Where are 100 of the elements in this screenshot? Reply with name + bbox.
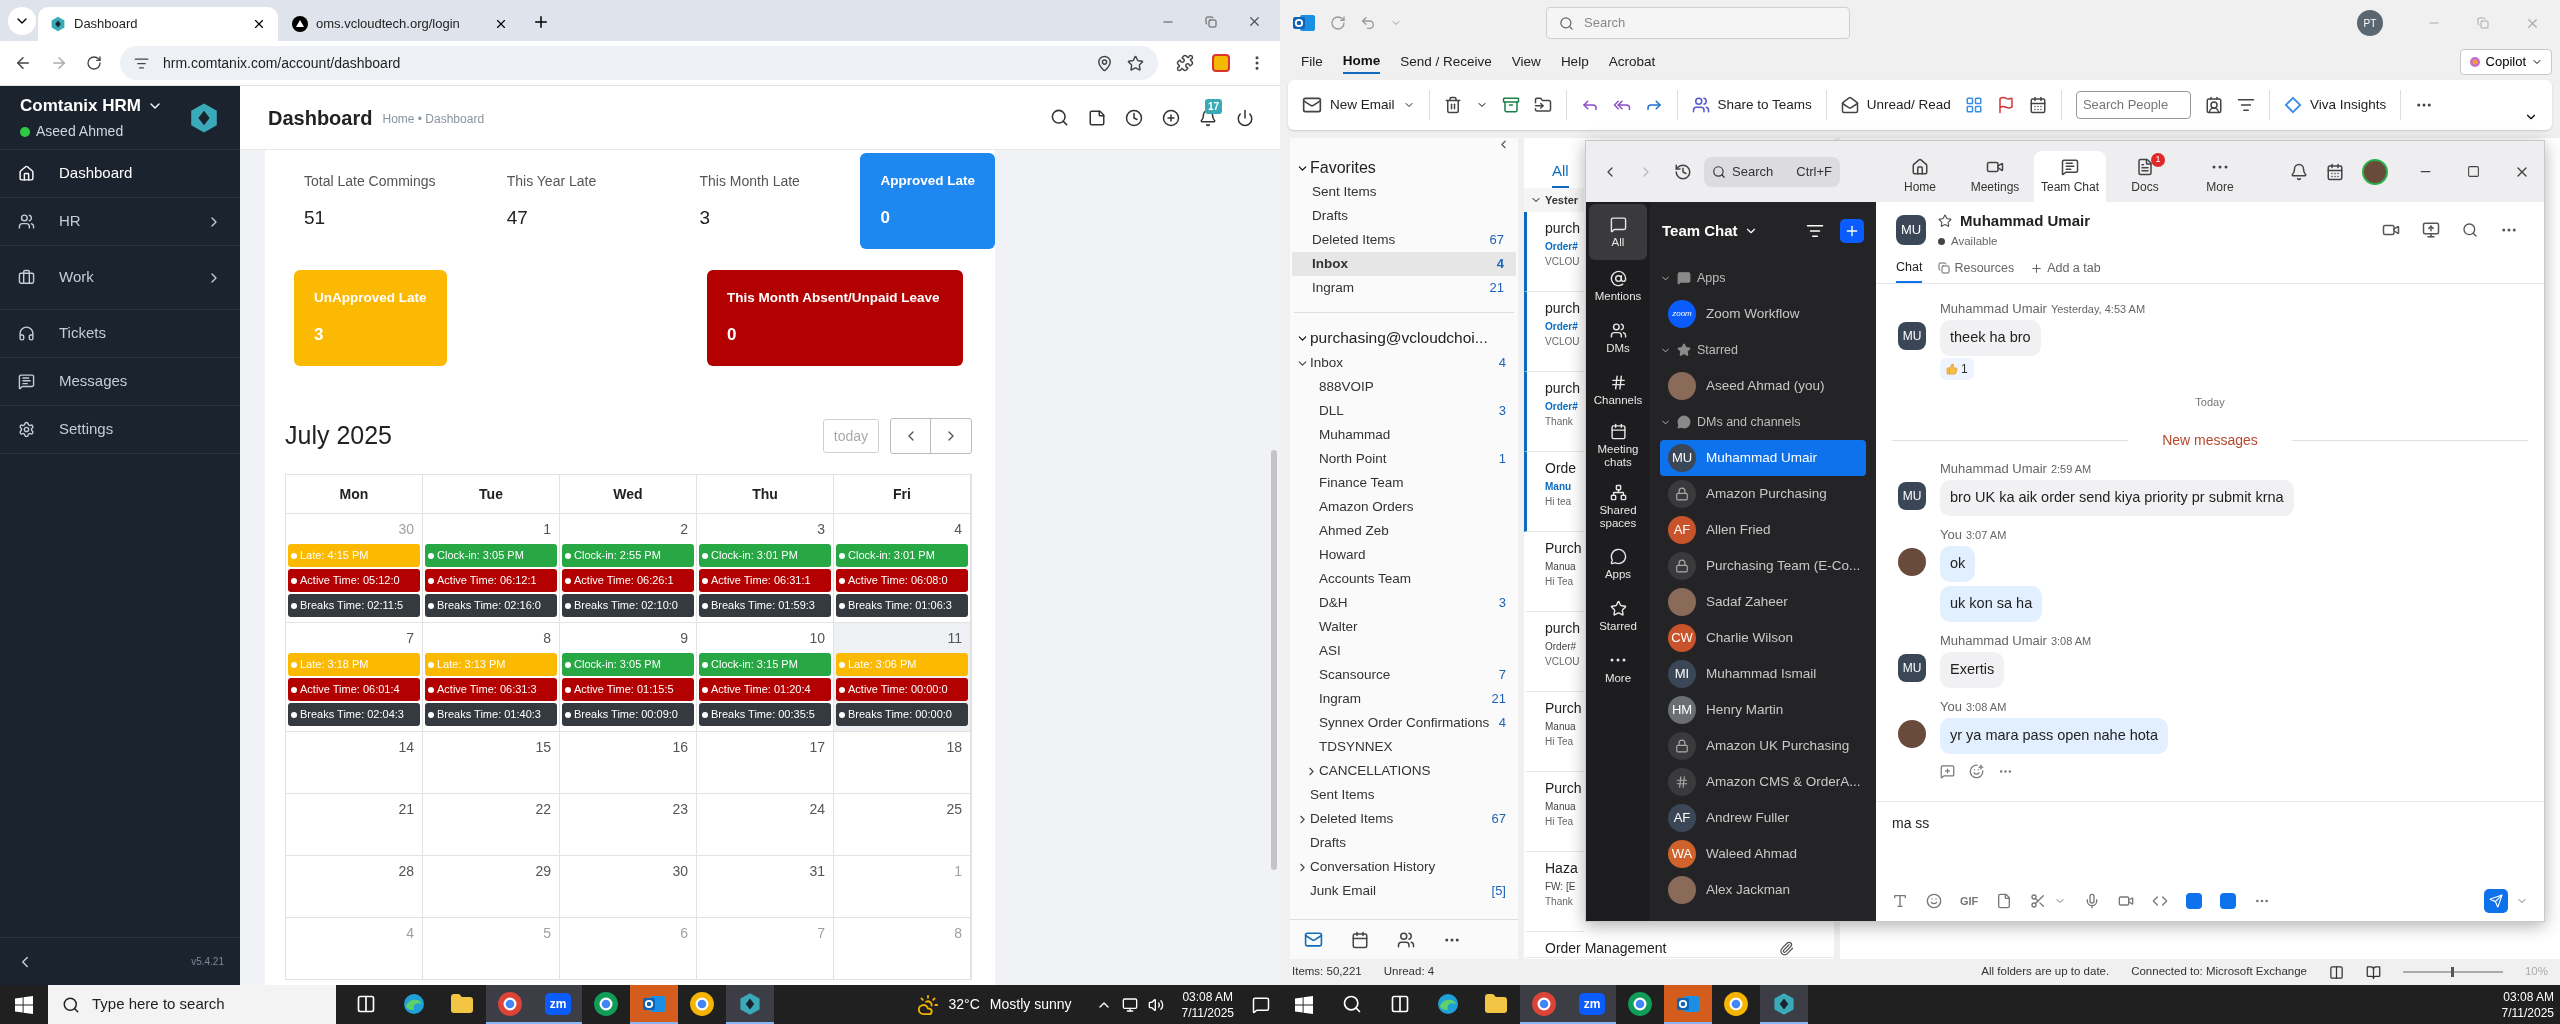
search-icon[interactable]	[2462, 222, 2478, 238]
copilot-button[interactable]: Copilot	[2459, 49, 2552, 75]
folder-item[interactable]: ASI	[1290, 639, 1518, 663]
sidebar-tab[interactable]: Shared spaces	[1589, 476, 1647, 538]
calendar-event[interactable]: Breaks Time: 02:04:3	[288, 703, 420, 726]
folder-item[interactable]: Muhammad	[1290, 423, 1518, 447]
taskbar-app-button[interactable]: zm	[534, 985, 582, 1024]
location-icon[interactable]	[1096, 54, 1113, 72]
video-icon[interactable]	[2118, 893, 2135, 909]
extension-icon[interactable]	[1212, 54, 1230, 72]
sidebar-tab[interactable]: Apps	[1589, 538, 1647, 590]
code-icon[interactable]	[2152, 893, 2169, 909]
folder-item[interactable]: Drafts	[1292, 204, 1516, 228]
delete-icon[interactable]	[1443, 96, 1462, 114]
clock-icon[interactable]	[1125, 108, 1143, 127]
menu-tab[interactable]: File	[1301, 50, 1323, 74]
chat-list-item[interactable]: MI Muhammad Ismail	[1660, 656, 1866, 692]
search-field[interactable]: Search Ctrl+F	[1704, 156, 1840, 187]
search-people-field[interactable]: Search People	[2075, 91, 2191, 119]
chat-list-item[interactable]: AF Allen Fried	[1660, 512, 1866, 548]
new-chat-button[interactable]	[1840, 219, 1864, 243]
folder-item[interactable]: Howard	[1290, 543, 1518, 567]
sidebar-tab[interactable]: All	[1589, 204, 1647, 260]
new-email-button[interactable]: New Email	[1302, 94, 1415, 116]
calendar-event[interactable]: Active Time: 06:31:3	[425, 678, 557, 701]
normal-view-icon[interactable]	[2328, 964, 2344, 980]
note-icon[interactable]	[1088, 108, 1106, 127]
people-icon[interactable]	[1397, 930, 1415, 949]
calendar-event[interactable]: Breaks Time: 02:11:5	[288, 594, 420, 617]
folder-item[interactable]: Deleted Items 67	[1292, 228, 1516, 252]
menu-tab[interactable]: Send / Receive	[1400, 50, 1492, 74]
calendar-event[interactable]: Active Time: 06:01:4	[288, 678, 420, 701]
reload-icon[interactable]	[86, 55, 102, 71]
viva-insights-button[interactable]: Viva Insights	[2283, 94, 2387, 116]
section-header[interactable]: DMs and channels	[1650, 404, 1876, 440]
chat-list-item[interactable]: Amazon UK Purchasing	[1660, 728, 1866, 764]
folder-item[interactable]: Synnex Order Confirmations 4	[1290, 711, 1518, 735]
chat-list-item[interactable]: Aseed Ahmad (you)	[1660, 368, 1866, 404]
folder-item[interactable]: Conversation History	[1290, 855, 1518, 879]
folder-item[interactable]: D&H 3	[1290, 591, 1518, 615]
chat-list-item[interactable]: zoom Zoom Workflow	[1660, 296, 1866, 332]
folder-item[interactable]: Junk Email [5]	[1290, 879, 1518, 903]
zoom-slider[interactable]	[2402, 967, 2503, 977]
app-icon[interactable]	[2220, 893, 2237, 909]
calendar-event[interactable]: Breaks Time: 02:16:0	[425, 594, 557, 617]
message-item[interactable]: Purch Manua Hi Tea	[1524, 692, 1584, 772]
calendar-event[interactable]: Breaks Time: 01:59:3	[699, 594, 831, 617]
nav-tab[interactable]: More	[2184, 151, 2256, 202]
sidebar-tab[interactable]: Channels	[1589, 364, 1647, 416]
nav-tab[interactable]: Meetings	[1959, 151, 2031, 202]
address-book-icon[interactable]	[2204, 96, 2223, 114]
slider-thumb[interactable]	[2451, 967, 2455, 977]
power-icon[interactable]	[1236, 108, 1254, 127]
folder-item[interactable]: 888VOIP	[1290, 375, 1518, 399]
calendar-event[interactable]: Breaks Time: 01:06:3	[836, 594, 968, 617]
message-item[interactable]: Purch Manua Hi Tea	[1524, 772, 1584, 852]
calendar-event[interactable]: Active Time: 06:26:1	[562, 569, 694, 592]
chat-list-item[interactable]: WA Waleed Ahmad	[1660, 836, 1866, 872]
calendar-event[interactable]: Active Time: 06:12:1	[425, 569, 557, 592]
new-tab-icon[interactable]	[532, 13, 550, 31]
sidebar-tab[interactable]: Starred	[1589, 590, 1647, 642]
folder-item[interactable]: Ahmed Zeb	[1290, 519, 1518, 543]
calendar-event[interactable]: Active Time: 05:12:0	[288, 569, 420, 592]
flag-icon[interactable]	[1996, 96, 2015, 114]
weather-icon[interactable]	[916, 993, 939, 1016]
sidebar-tab[interactable]: More	[1589, 642, 1647, 694]
calendar-event[interactable]: Breaks Time: 00:09:0	[562, 703, 694, 726]
section-header[interactable]: Apps	[1650, 260, 1876, 296]
calendar-event[interactable]: Breaks Time: 00:00:0	[836, 703, 968, 726]
send-button[interactable]	[2484, 889, 2508, 913]
emoji-icon[interactable]	[1926, 893, 1942, 909]
folder-item[interactable]: Inbox 4	[1292, 252, 1516, 276]
search-icon[interactable]	[1050, 108, 1069, 127]
categorize-icon[interactable]	[1964, 96, 1983, 114]
filter-icon[interactable]	[1806, 222, 1824, 240]
sidebar-tab[interactable]: DMs	[1589, 312, 1647, 364]
calendar-event[interactable]: Breaks Time: 02:10:0	[562, 594, 694, 617]
windows-logo-icon[interactable]	[15, 995, 33, 1014]
folder-item[interactable]: Sent Items	[1292, 180, 1516, 204]
reaction-chip[interactable]: 1	[1940, 358, 1974, 380]
volume-icon[interactable]	[1147, 996, 1164, 1013]
chat-list-item[interactable]: Purchasing Team (E-Co...	[1660, 548, 1866, 584]
screenshot-icon[interactable]	[2030, 893, 2047, 909]
nav-tab[interactable]: Home	[1884, 151, 1956, 202]
menu-tab[interactable]: View	[1511, 50, 1541, 74]
calendar-event[interactable]: Breaks Time: 00:35:5	[699, 703, 831, 726]
reply-icon[interactable]	[1940, 763, 1955, 779]
archive-icon[interactable]	[1501, 96, 1520, 114]
folder-item[interactable]: Accounts Team	[1290, 567, 1518, 591]
chat-list-item[interactable]: Sadaf Zaheer	[1660, 584, 1866, 620]
calendar-event[interactable]: Active Time: 00:00:0	[836, 678, 968, 701]
menu-tab[interactable]: Home	[1342, 50, 1381, 74]
format-icon[interactable]	[1892, 893, 1908, 909]
site-settings-icon[interactable]	[134, 55, 149, 71]
maximize-icon[interactable]	[2467, 165, 2480, 178]
chat-list-item[interactable]: AF Andrew Fuller	[1660, 800, 1866, 836]
taskbar-app-button[interactable]: zm	[1568, 985, 1616, 1024]
mail-icon[interactable]	[1304, 930, 1323, 949]
calendar-icon[interactable]	[1351, 930, 1369, 949]
emoji-icon[interactable]	[1969, 763, 1984, 779]
